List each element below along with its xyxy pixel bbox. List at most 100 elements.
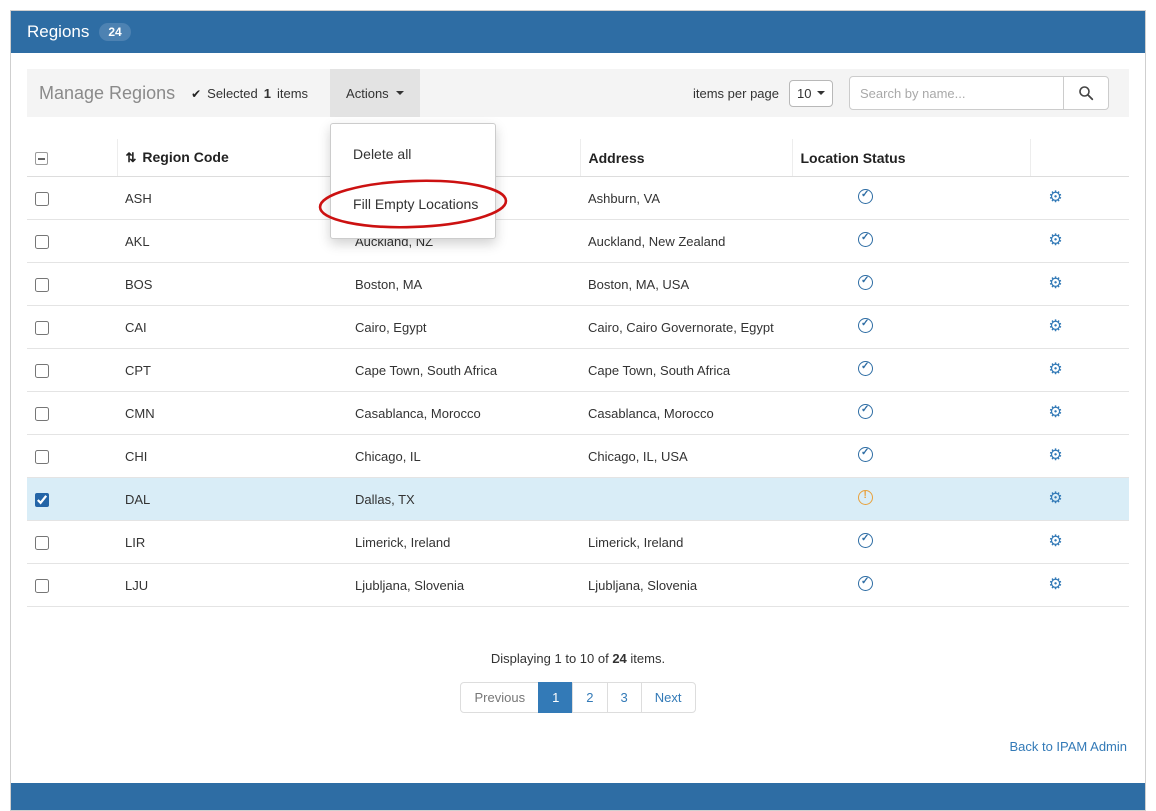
check-circle-icon: [858, 533, 873, 548]
search-group: [849, 76, 1109, 110]
table-row: LIR Limerick, Ireland Limerick, Ireland: [27, 521, 1129, 564]
regions-table: Region Code Name Address Location Status…: [27, 139, 1129, 607]
cell-name: Limerick, Ireland: [347, 521, 580, 564]
cell-region-code: CPT: [117, 349, 347, 392]
table-row: ASH Ashburn, VA Ashburn, VA: [27, 177, 1129, 220]
gear-icon[interactable]: [1048, 404, 1062, 421]
gear-icon[interactable]: [1048, 318, 1062, 335]
pagination-previous[interactable]: Previous: [460, 682, 539, 713]
cell-region-code: DAL: [117, 478, 347, 521]
table-row: BOS Boston, MA Boston, MA, USA: [27, 263, 1129, 306]
summary-suffix: items.: [630, 651, 665, 666]
row-checkbox[interactable]: [35, 192, 49, 206]
summary-count: 24: [612, 651, 626, 666]
check-circle-icon: [858, 318, 873, 333]
row-checkbox[interactable]: [35, 536, 49, 550]
table-row: AKL Auckland, NZ Auckland, New Zealand: [27, 220, 1129, 263]
cell-region-code: AKL: [117, 220, 347, 263]
row-checkbox[interactable]: [35, 278, 49, 292]
count-badge: 24: [99, 23, 130, 41]
table-row: CPT Cape Town, South Africa Cape Town, S…: [27, 349, 1129, 392]
back-link-row: Back to IPAM Admin: [27, 739, 1129, 754]
cell-region-code: LJU: [117, 564, 347, 607]
caret-down-icon: [396, 91, 404, 95]
cell-address: Casablanca, Morocco: [580, 392, 792, 435]
gear-icon[interactable]: [1048, 275, 1062, 292]
check-circle-icon: [858, 189, 873, 204]
pagination-page-3[interactable]: 3: [607, 682, 642, 713]
row-checkbox[interactable]: [35, 450, 49, 464]
check-circle-icon: [858, 404, 873, 419]
search-input[interactable]: [849, 76, 1064, 110]
selected-count: 1: [264, 86, 271, 101]
pagination-page-1[interactable]: 1: [538, 682, 573, 713]
cell-address: Cape Town, South Africa: [580, 349, 792, 392]
cell-address: Boston, MA, USA: [580, 263, 792, 306]
menu-item-delete-all[interactable]: Delete all: [331, 140, 495, 168]
cell-name: Ljubljana, Slovenia: [347, 564, 580, 607]
panel-heading: Regions 24: [11, 11, 1145, 53]
cell-name: Dallas, TX: [347, 478, 580, 521]
pagination-next[interactable]: Next: [641, 682, 696, 713]
table-row: CAI Cairo, Egypt Cairo, Cairo Governorat…: [27, 306, 1129, 349]
actions-menu: Delete all Fill Empty Locations: [330, 123, 496, 239]
cell-address: Auckland, New Zealand: [580, 220, 792, 263]
check-circle-icon: [858, 232, 873, 247]
items-per-page-value: 10: [797, 86, 811, 101]
pagination: Previous 1 2 3 Next: [27, 682, 1129, 713]
back-to-ipam-admin-link[interactable]: Back to IPAM Admin: [1009, 739, 1127, 754]
actions-label: Actions: [346, 86, 389, 101]
cell-name: Boston, MA: [347, 263, 580, 306]
cell-name: Casablanca, Morocco: [347, 392, 580, 435]
items-per-page-select[interactable]: 10: [789, 80, 833, 107]
table-row: LJU Ljubljana, Slovenia Ljubljana, Slove…: [27, 564, 1129, 607]
toolbar-right: items per page 10: [693, 76, 1129, 110]
header-region-code[interactable]: Region Code: [117, 139, 347, 177]
gear-icon[interactable]: [1048, 533, 1062, 550]
cell-address: Limerick, Ireland: [580, 521, 792, 564]
summary-prefix: Displaying 1 to 10 of: [491, 651, 609, 666]
cell-region-code: BOS: [117, 263, 347, 306]
selected-suffix: items: [277, 86, 308, 101]
panel-footer: [11, 783, 1145, 810]
sort-icon: [126, 149, 143, 165]
actions-dropdown-wrap: Actions Delete all Fill Empty Locations: [330, 69, 420, 117]
check-circle-icon: [858, 361, 873, 376]
search-icon: [1078, 85, 1094, 101]
warning-circle-icon: [858, 490, 873, 505]
cell-address: [580, 478, 792, 521]
gear-icon[interactable]: [1048, 576, 1062, 593]
row-checkbox[interactable]: [35, 235, 49, 249]
panel-body: Manage Regions Selected 1 items Actions …: [11, 53, 1145, 783]
row-checkbox[interactable]: [35, 364, 49, 378]
cell-region-code: CHI: [117, 435, 347, 478]
row-checkbox[interactable]: [35, 321, 49, 335]
check-icon: [191, 86, 201, 101]
table-header-row: Region Code Name Address Location Status: [27, 139, 1129, 177]
gear-icon[interactable]: [1048, 361, 1062, 378]
caret-down-icon: [817, 91, 825, 95]
header-actions: [1030, 139, 1129, 177]
row-checkbox[interactable]: [35, 493, 49, 507]
items-per-page-label: items per page: [693, 86, 779, 101]
table-row: CHI Chicago, IL Chicago, IL, USA: [27, 435, 1129, 478]
menu-item-fill-empty-locations[interactable]: Fill Empty Locations: [331, 190, 495, 218]
gear-icon[interactable]: [1048, 232, 1062, 249]
row-checkbox[interactable]: [35, 579, 49, 593]
actions-button[interactable]: Actions: [330, 69, 420, 117]
search-button[interactable]: [1063, 76, 1109, 110]
pagination-page-2[interactable]: 2: [572, 682, 607, 713]
display-summary: Displaying 1 to 10 of 24 items.: [27, 651, 1129, 666]
gear-icon[interactable]: [1048, 490, 1062, 507]
cell-region-code: CMN: [117, 392, 347, 435]
toolbar: Manage Regions Selected 1 items Actions …: [27, 69, 1129, 117]
table-row: CMN Casablanca, Morocco Casablanca, Moro…: [27, 392, 1129, 435]
cell-region-code: ASH: [117, 177, 347, 220]
select-all-checkbox[interactable]: [35, 152, 48, 165]
selected-prefix: Selected: [207, 86, 258, 101]
cell-address: Ljubljana, Slovenia: [580, 564, 792, 607]
header-location-status: Location Status: [792, 139, 1030, 177]
gear-icon[interactable]: [1048, 447, 1062, 464]
gear-icon[interactable]: [1048, 189, 1062, 206]
row-checkbox[interactable]: [35, 407, 49, 421]
